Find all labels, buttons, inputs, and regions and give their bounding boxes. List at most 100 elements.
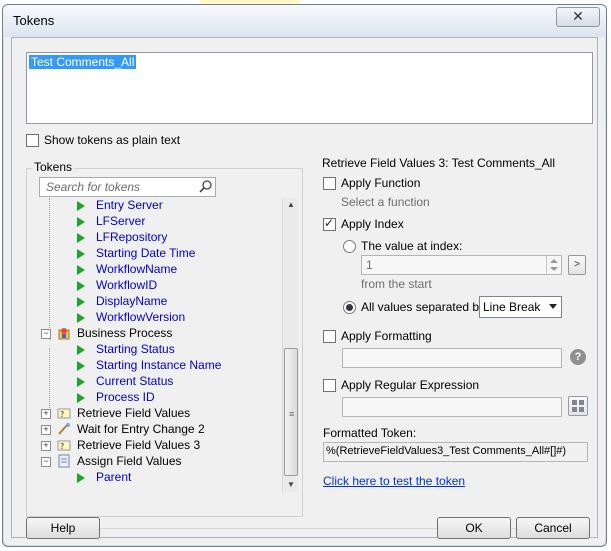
separator-value: Line Break: [483, 300, 541, 314]
help-button[interactable]: Help: [26, 517, 100, 539]
tree-item-label: Parent: [96, 470, 132, 484]
cancel-button[interactable]: Cancel: [516, 517, 590, 539]
all-values-radio[interactable]: [343, 301, 356, 314]
apply-regex-label: Apply Regular Expression: [341, 378, 480, 392]
token-search-input[interactable]: Search for tokens: [39, 177, 216, 197]
play-icon: [77, 473, 85, 483]
spin-up-icon[interactable]: [550, 259, 558, 263]
play-icon: [77, 249, 85, 259]
scroll-down-icon[interactable]: ▼: [283, 478, 299, 492]
expand-icon[interactable]: +: [41, 425, 51, 435]
tree-item-label: Starting Status: [96, 342, 175, 356]
expand-icon[interactable]: +: [41, 441, 51, 451]
play-icon: [77, 201, 85, 211]
apply-function-checkbox[interactable]: [323, 177, 336, 190]
tree-item-label: Retrieve Field Values: [77, 406, 191, 420]
apply-index-checkbox[interactable]: [323, 216, 336, 231]
formatted-token-field[interactable]: %(RetrieveFieldValues3_Test Comments_All…: [323, 442, 588, 462]
tree-item-label: Wait for Entry Change 2: [77, 422, 205, 436]
from-start-label: from the start: [361, 277, 432, 291]
apply-formatting-checkbox[interactable]: [323, 330, 336, 343]
show-plain-checkbox[interactable]: [26, 134, 39, 147]
tree-item-label: Business Process: [77, 326, 173, 340]
formatted-token-label: Formatted Token:: [323, 426, 417, 440]
tree-item-label: Entry Server: [96, 198, 163, 212]
svg-text:?: ?: [60, 442, 64, 451]
play-icon: [77, 393, 85, 403]
wait-change-icon: [58, 423, 70, 435]
formatting-input[interactable]: [342, 348, 562, 368]
index-spinner[interactable]: [546, 256, 561, 274]
scroll-up-icon[interactable]: ▲: [283, 198, 299, 212]
ok-button-label: OK: [465, 521, 483, 535]
play-icon: [77, 233, 85, 243]
help-button-label: Help: [50, 521, 76, 535]
play-icon: [77, 345, 85, 355]
tree-line: [49, 198, 50, 340]
index-input[interactable]: 1: [361, 255, 562, 275]
regex-input[interactable]: [342, 397, 562, 417]
chevron-down-icon: [549, 304, 557, 309]
play-icon: [77, 297, 85, 307]
scroll-thumb[interactable]: ≡: [284, 348, 298, 476]
close-icon: ✕: [572, 8, 584, 24]
ok-button[interactable]: OK: [437, 517, 511, 539]
business-process-icon: [58, 328, 70, 340]
collapse-icon[interactable]: −: [41, 329, 51, 339]
tree-item-label: Assign Field Values: [77, 454, 182, 468]
title-bar: Tokens ✕: [3, 5, 606, 37]
index-arrow-button[interactable]: >: [568, 255, 586, 275]
help-icon[interactable]: ?: [570, 349, 586, 365]
apply-regex-checkbox[interactable]: [323, 379, 336, 392]
play-icon: [77, 377, 85, 387]
tree-item-label: WorkflowVersion: [96, 310, 186, 324]
search-placeholder: Search for tokens: [46, 180, 141, 194]
selected-token-text: Test Comments_All: [29, 55, 137, 69]
dialog-client: Test Comments_All Show tokens as plain t…: [11, 37, 598, 539]
apply-formatting-label: Apply Formatting: [341, 329, 432, 343]
tree-item-label: Current Status: [96, 374, 174, 388]
retrieve-values-icon: ?: [57, 408, 71, 419]
tree-item-label: Starting Date Time: [96, 246, 196, 260]
right-panel-title: Retrieve Field Values 3: Test Comments_A…: [322, 156, 555, 170]
play-icon: [77, 265, 85, 275]
test-token-link[interactable]: Click here to test the token: [323, 474, 465, 488]
retrieve-values-icon: ?: [57, 440, 71, 451]
all-values-label: All values separated by:: [361, 300, 489, 314]
play-icon: [77, 281, 85, 291]
close-button[interactable]: ✕: [556, 7, 600, 27]
apply-index-label: Apply Index: [341, 217, 404, 231]
index-value: 1: [366, 258, 373, 272]
tree-item-label: WorkflowName: [96, 262, 178, 276]
token-text-area[interactable]: Test Comments_All: [26, 52, 593, 124]
value-at-index-radio[interactable]: [343, 240, 356, 253]
value-at-index-label: The value at index:: [361, 239, 463, 253]
tree-line: [49, 348, 50, 414]
play-icon: [77, 361, 85, 371]
token-tree: Entry Server LFServer LFRepository Start…: [39, 198, 279, 492]
tree-item-label: Retrieve Field Values 3: [77, 438, 201, 452]
apply-function-label: Apply Function: [341, 176, 421, 190]
spin-down-icon[interactable]: [550, 267, 558, 271]
tree-item-label: LFRepository: [96, 230, 168, 244]
tree-item-label: DisplayName: [96, 294, 168, 308]
tokens-group-title: Tokens: [32, 160, 75, 174]
tokens-dialog: Tokens ✕ Test Comments_All Show tokens a…: [2, 4, 607, 547]
play-icon: [77, 313, 85, 323]
show-plain-label: Show tokens as plain text: [44, 133, 181, 147]
tree-item-label: LFServer: [96, 214, 146, 228]
cancel-button-label: Cancel: [534, 521, 572, 535]
tree-item-label: Starting Instance Name: [96, 358, 222, 372]
tree-scrollbar[interactable]: ▲ ≡ ▼: [282, 198, 299, 492]
grid-icon: [572, 400, 584, 412]
search-icon[interactable]: [199, 179, 213, 193]
separator-select[interactable]: Line Break: [479, 296, 562, 318]
play-icon: [77, 217, 85, 227]
formatted-token-value: %(RetrieveFieldValues3_Test Comments_All…: [326, 445, 567, 457]
regex-builder-button[interactable]: [568, 396, 588, 416]
grip-icon: ≡: [289, 409, 295, 419]
tree-item-label: Process ID: [96, 390, 155, 404]
collapse-icon[interactable]: −: [41, 457, 51, 467]
assign-values-icon: [58, 454, 70, 468]
expand-icon[interactable]: +: [41, 409, 51, 419]
